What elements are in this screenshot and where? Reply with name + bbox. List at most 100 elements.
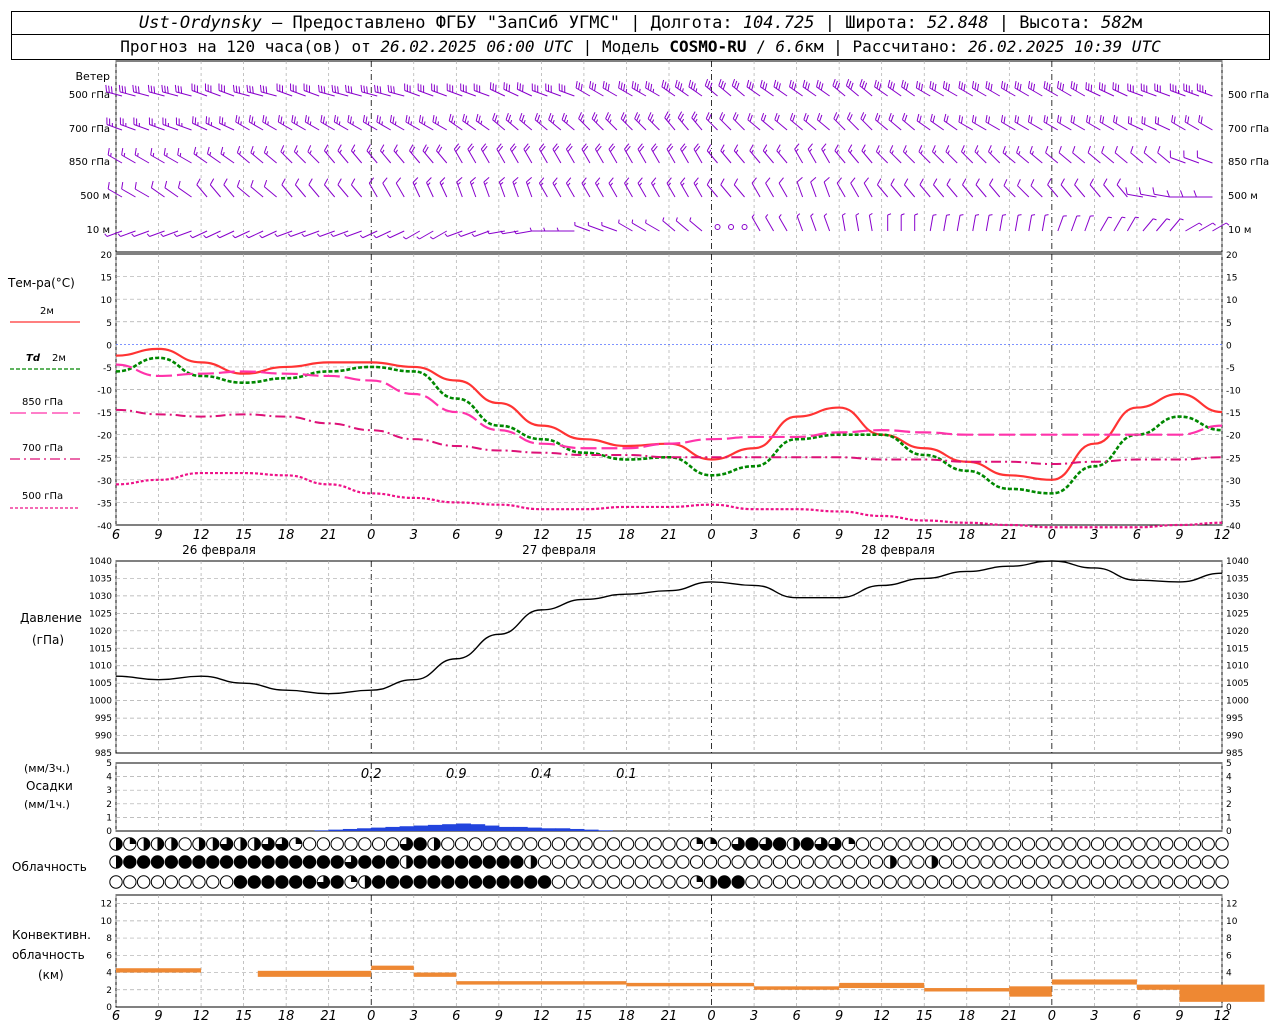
barb-flag [846, 112, 851, 119]
barb-shaft [219, 230, 235, 239]
barb-half-flag [1108, 216, 1112, 219]
barb-flag [580, 83, 583, 91]
barb-shaft [1072, 152, 1086, 164]
barb-shaft [308, 184, 320, 198]
pressure-tick-label-right: 1020 [1226, 627, 1249, 637]
x-tick-label: 18 [278, 528, 295, 543]
barb-flag [946, 178, 951, 185]
barb-half-flag [1018, 151, 1021, 155]
cloud-circle [952, 837, 967, 851]
wind-barb [874, 79, 888, 97]
cloud-cover-symbol [1007, 875, 1022, 889]
temp-tick-label-right: 10 [1226, 296, 1238, 306]
barb-half-flag [296, 121, 298, 125]
cloud-cover-symbol [759, 855, 773, 869]
temp-tick-label-right: 15 [1226, 274, 1237, 284]
cloud-circle [634, 837, 649, 851]
cloud-cover-symbol [537, 875, 552, 889]
wind-barb [362, 115, 378, 131]
barb-flag [294, 178, 300, 185]
wind-barb [1114, 145, 1128, 164]
barb-flag [521, 114, 525, 122]
cloud-circle [302, 837, 317, 851]
pressure-tick-label: 1020 [89, 627, 112, 637]
barb-half-flag [1153, 218, 1157, 221]
wind-barb [1198, 115, 1213, 131]
barb-shaft [765, 182, 775, 198]
barb-half-flag [638, 119, 641, 123]
cloud-cover-symbol [924, 855, 939, 869]
cloud-cover-symbol [1187, 837, 1202, 851]
temp-tick-label-right: -10 [1226, 387, 1241, 397]
cloud-circle [565, 855, 579, 869]
wind-barb [915, 81, 931, 97]
cloud-cover-symbol [178, 855, 192, 869]
cloud-cover-symbol [385, 875, 400, 889]
cloud-circle [607, 875, 621, 889]
cloud-cover-symbol [814, 875, 828, 889]
cloud-cover-symbol [150, 837, 165, 851]
wind-barb [999, 214, 1007, 232]
barb-half-flag [1031, 151, 1034, 155]
barb-flag [134, 182, 137, 190]
wind-barb [587, 222, 604, 232]
barb-flag [393, 144, 398, 151]
barb-flag [776, 114, 780, 122]
cloud-cover-symbol [662, 837, 676, 851]
barb-shaft [209, 184, 221, 198]
barb-flag [759, 79, 763, 87]
meteogram-chart: 6699121215151818212100336699121215151818… [7, 60, 1269, 1024]
barb-shaft [1028, 215, 1033, 232]
barb-flag [235, 85, 238, 93]
wind-barb [591, 112, 604, 131]
temp-tick-label: 10 [101, 296, 113, 306]
barb-shaft [778, 182, 788, 198]
temp-tick-label-right: 20 [1226, 251, 1238, 261]
wind-barb [647, 112, 660, 131]
barb-flag [478, 115, 481, 123]
cloud-circle [634, 875, 649, 889]
precip-title: Осадки [26, 779, 73, 793]
barb-shaft [810, 215, 817, 232]
barb-flag [366, 86, 368, 94]
wind-barb [972, 214, 980, 232]
cloud-cover-symbol [1090, 837, 1105, 851]
cloud-cover-symbol [869, 875, 884, 889]
barb-flag [834, 80, 838, 88]
barb-flag [945, 115, 949, 123]
x-tick-label: 6 [792, 528, 800, 543]
x-tick-label: 9 [1175, 1009, 1183, 1024]
barb-flag [693, 83, 696, 91]
barb-flag [132, 84, 135, 92]
barb-flag [387, 84, 390, 92]
cloud-cover-symbol [302, 837, 317, 851]
cloud-circle [1173, 875, 1188, 889]
cloud-cover-symbol [1201, 855, 1215, 869]
wind-barb [594, 177, 604, 198]
barb-flag [918, 145, 923, 152]
barb-flag [526, 177, 533, 183]
cloud-fill [510, 855, 524, 869]
barb-flag [318, 84, 320, 92]
cloud-cover-symbol [192, 837, 206, 851]
barb-half-flag [117, 233, 121, 237]
cloud-cover-symbol [1035, 875, 1049, 889]
barb-flag [307, 145, 312, 152]
wind-barb [531, 83, 548, 97]
cloud-circle [1104, 837, 1119, 851]
wind-barb [418, 115, 434, 131]
cloud-fill [234, 855, 247, 869]
wind-barb [674, 79, 689, 97]
cloud-cover-symbol [1118, 875, 1132, 889]
pressure-tick-label: 985 [95, 749, 112, 759]
x-tick-label: 0 [707, 1009, 715, 1024]
precip-total-label: 0.4 [531, 767, 552, 782]
barb-half-flag [466, 120, 469, 125]
wind-barb [164, 180, 179, 198]
barb-flag [208, 117, 210, 125]
barb-flag [1130, 117, 1133, 125]
cloud-circle [911, 855, 925, 869]
wind-barb [1056, 115, 1072, 131]
cloud-cover-symbol [275, 875, 289, 889]
wind-barb [841, 213, 846, 232]
